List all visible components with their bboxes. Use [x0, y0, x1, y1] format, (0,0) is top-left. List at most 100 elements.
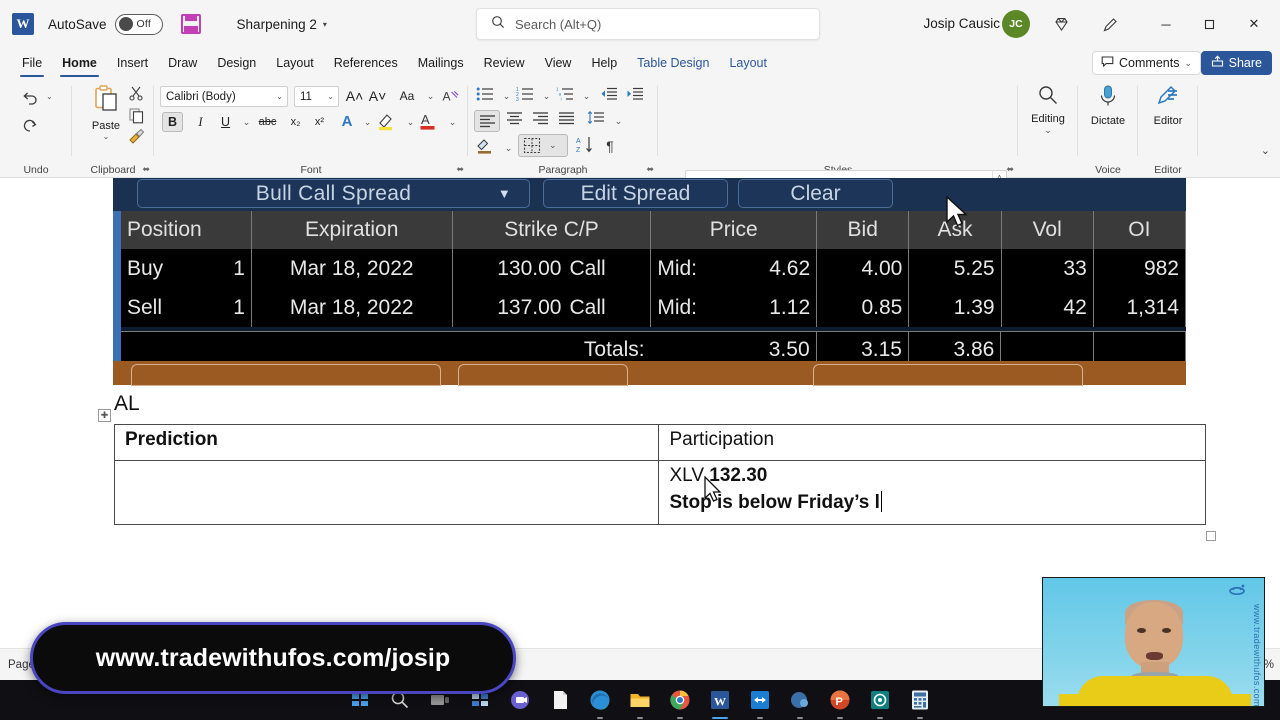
- text-effects-button[interactable]: A: [336, 111, 358, 131]
- comments-button[interactable]: Comments ⌄: [1092, 51, 1201, 75]
- tab-review[interactable]: Review: [474, 50, 535, 76]
- tab-references[interactable]: References: [324, 50, 408, 76]
- tab-view[interactable]: View: [535, 50, 582, 76]
- copy-icon[interactable]: [128, 107, 145, 129]
- sort-icon[interactable]: AZ: [576, 136, 595, 159]
- tab-file[interactable]: File: [12, 50, 52, 77]
- styles-dialog-launcher[interactable]: ⬌: [1006, 164, 1014, 175]
- clear-formatting-icon[interactable]: A: [438, 86, 462, 106]
- save-icon[interactable]: [180, 14, 201, 34]
- table-header-prediction[interactable]: Prediction: [113, 424, 660, 461]
- pen-icon[interactable]: [1096, 10, 1124, 38]
- tab-table-layout[interactable]: Layout: [719, 50, 777, 76]
- editor-button[interactable]: Editor: [1140, 84, 1196, 156]
- tab-help[interactable]: Help: [581, 50, 627, 76]
- tab-insert[interactable]: Insert: [107, 50, 158, 76]
- close-button[interactable]: ✕: [1232, 8, 1276, 40]
- undo-arrow-icon[interactable]: [16, 86, 44, 110]
- shading-caret-icon[interactable]: ⌄: [498, 138, 519, 158]
- search-box[interactable]: Search (Alt+Q): [476, 8, 820, 40]
- grow-font-button[interactable]: A˄: [344, 86, 365, 106]
- subscript-button[interactable]: x₂: [285, 112, 306, 132]
- text-effects-caret-icon[interactable]: ⌄: [357, 112, 378, 132]
- document-title-caret-icon[interactable]: ▾: [323, 20, 327, 29]
- bullets-icon[interactable]: [476, 86, 495, 108]
- align-left-icon[interactable]: [474, 110, 500, 132]
- numbering-icon[interactable]: 123: [516, 86, 535, 108]
- italic-button[interactable]: I: [190, 112, 211, 132]
- font-color-caret-icon[interactable]: ⌄: [442, 112, 463, 132]
- bold-button[interactable]: B: [162, 112, 183, 132]
- cell-participation[interactable]: XLV 132.30 Stop is below Friday’s l: [658, 460, 1206, 525]
- maximize-button[interactable]: [1188, 8, 1232, 40]
- collapse-ribbon-icon[interactable]: ⌄: [1261, 144, 1270, 157]
- teams-icon[interactable]: [508, 688, 532, 712]
- zoom-percent-label[interactable]: %: [1264, 659, 1274, 671]
- undo-dropdown-caret-icon[interactable]: ⌄: [46, 92, 53, 101]
- decrease-indent-icon[interactable]: [600, 86, 618, 108]
- format-painter-icon[interactable]: [128, 128, 145, 150]
- bullets-caret-icon[interactable]: ⌄: [496, 86, 517, 106]
- tab-home[interactable]: Home: [52, 50, 107, 77]
- shrink-font-button[interactable]: A˅: [367, 86, 388, 106]
- tab-design[interactable]: Design: [207, 50, 266, 76]
- share-button[interactable]: Share: [1200, 51, 1272, 75]
- file-explorer-doc-icon[interactable]: [548, 688, 572, 712]
- chevron-down-icon[interactable]: ⌄: [327, 92, 334, 101]
- tab-layout[interactable]: Layout: [266, 50, 324, 76]
- shading-icon[interactable]: [476, 136, 495, 159]
- diamond-icon[interactable]: [1047, 10, 1075, 38]
- document-title[interactable]: Sharpening 2: [237, 17, 317, 32]
- justify-icon[interactable]: [558, 111, 575, 130]
- chevron-down-icon[interactable]: ⌄: [276, 92, 283, 101]
- chevron-down-icon[interactable]: ▼: [498, 186, 511, 201]
- prediction-participation-table[interactable]: Prediction Participation XLV 132.30 Stop…: [113, 424, 1206, 525]
- chevron-down-icon[interactable]: ⌄: [1184, 58, 1192, 69]
- borders-caret-icon[interactable]: ⌄: [549, 140, 557, 151]
- align-right-icon[interactable]: [532, 111, 549, 130]
- line-spacing-caret-icon[interactable]: ⌄: [608, 111, 629, 131]
- multilevel-caret-icon[interactable]: ⌄: [576, 86, 597, 106]
- change-case-button[interactable]: Aa: [392, 86, 422, 106]
- powerpoint-icon[interactable]: P: [828, 688, 852, 719]
- camtasia-icon[interactable]: [788, 688, 812, 719]
- table-row[interactable]: Sell 1 Mar 18, 2022 137.00 Call Mid: 1.1…: [121, 288, 1186, 327]
- avatar[interactable]: JC: [1002, 10, 1030, 38]
- autosave-toggle[interactable]: Off: [114, 13, 163, 35]
- tab-table-design[interactable]: Table Design: [627, 50, 719, 76]
- underline-button[interactable]: U: [215, 112, 236, 132]
- spread-selector-dropdown[interactable]: Bull Call Spread ▼: [137, 179, 530, 208]
- paste-caret-icon[interactable]: ⌄: [103, 132, 110, 141]
- font-color-icon[interactable]: A: [418, 110, 440, 134]
- numbering-caret-icon[interactable]: ⌄: [536, 86, 557, 106]
- table-move-handle[interactable]: ✚: [98, 409, 111, 422]
- microsoft-word-icon[interactable]: W: [708, 688, 732, 719]
- microsoft-edge-icon[interactable]: [588, 688, 612, 719]
- tab-draw[interactable]: Draw: [158, 50, 207, 76]
- file-explorer-icon[interactable]: [628, 688, 652, 719]
- underline-caret-icon[interactable]: ⌄: [236, 112, 257, 132]
- table-header-participation[interactable]: Participation: [658, 424, 1206, 461]
- google-chrome-icon[interactable]: [668, 688, 692, 719]
- paste-button[interactable]: Paste ⌄: [84, 84, 128, 146]
- multilevel-list-icon[interactable]: 1ai: [556, 86, 575, 108]
- search-input-placeholder[interactable]: Search (Alt+Q): [515, 17, 601, 32]
- minimize-button[interactable]: ─: [1144, 8, 1188, 40]
- obs-studio-icon[interactable]: [868, 688, 892, 719]
- font-size-combobox[interactable]: 11 ⌄: [294, 86, 339, 107]
- font-dialog-launcher[interactable]: ⬌: [456, 164, 464, 175]
- editing-caret-icon[interactable]: ⌄: [1044, 125, 1052, 136]
- edit-spread-button[interactable]: Edit Spread: [543, 179, 728, 208]
- editing-button[interactable]: Editing ⌄: [1020, 84, 1076, 156]
- bottom-button-2[interactable]: [458, 364, 628, 386]
- align-center-icon[interactable]: [506, 111, 523, 130]
- redo-arrow-icon[interactable]: [16, 114, 44, 138]
- thinkorswim-icon[interactable]: [748, 688, 772, 719]
- calculator-icon[interactable]: [908, 688, 932, 719]
- scissors-icon[interactable]: [128, 85, 145, 107]
- increase-indent-icon[interactable]: [626, 86, 644, 108]
- show-formatting-marks-button[interactable]: ¶: [599, 136, 621, 156]
- font-name-combobox[interactable]: Calibri (Body) ⌄: [160, 86, 288, 107]
- superscript-button[interactable]: x²: [309, 112, 330, 132]
- strikethrough-button[interactable]: abc: [257, 112, 278, 132]
